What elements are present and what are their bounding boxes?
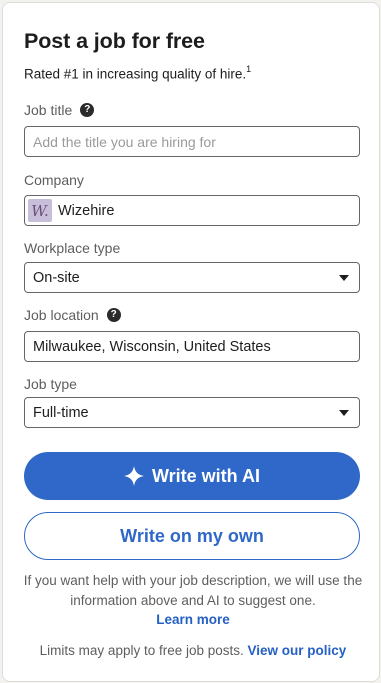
write-on-my-own-button[interactable]: Write on my own xyxy=(24,512,360,560)
view-policy-link[interactable]: View our policy xyxy=(248,643,347,658)
job-type-label: Job type xyxy=(24,376,77,392)
sparkle-icon xyxy=(124,466,144,486)
company-value: Wizehire xyxy=(58,202,115,219)
job-title-label: Job title ? xyxy=(24,102,95,118)
write-with-ai-button[interactable]: Write with AI xyxy=(24,452,360,500)
question-circle-icon[interactable]: ? xyxy=(106,308,121,322)
workplace-type-label-text: Workplace type xyxy=(24,240,121,256)
job-type-value: Full-time xyxy=(33,404,89,421)
learn-more-link[interactable]: Learn more xyxy=(156,612,230,627)
footer-note: Limits may apply to free job posts. View… xyxy=(13,643,373,658)
job-location-label-text: Job location xyxy=(24,307,99,323)
subtitle: Rated #1 in increasing quality of hire.1 xyxy=(24,64,252,82)
company-label: Company xyxy=(24,172,84,188)
caret-down-icon xyxy=(339,274,349,281)
write-with-ai-label: Write with AI xyxy=(152,465,260,486)
company-label-text: Company xyxy=(24,172,84,188)
job-type-select[interactable]: Full-time xyxy=(24,397,360,428)
workplace-type-value: On-site xyxy=(33,269,80,286)
job-title-input[interactable] xyxy=(33,133,351,150)
post-job-card: Post a job for free Rated #1 in increasi… xyxy=(2,2,380,682)
footnote-marker: 1 xyxy=(246,64,252,74)
question-circle-icon[interactable]: ? xyxy=(80,103,95,117)
footer-text: Limits may apply to free job posts. xyxy=(39,643,244,658)
job-location-label: Job location ? xyxy=(24,307,121,323)
subtitle-text: Rated #1 in increasing quality of hire. xyxy=(24,66,247,82)
company-logo: W. xyxy=(28,199,52,222)
ai-help-text-body: If you want help with your job descripti… xyxy=(23,573,363,608)
job-location-value: Milwaukee, Wisconsin, United States xyxy=(33,338,271,355)
write-on-my-own-label: Write on my own xyxy=(120,525,264,546)
job-title-field[interactable] xyxy=(24,126,360,157)
caret-down-icon xyxy=(339,409,349,416)
workplace-type-label: Workplace type xyxy=(24,240,120,256)
page-title: Post a job for free xyxy=(24,29,205,53)
company-field[interactable]: W. Wizehire xyxy=(24,195,360,226)
workplace-type-select[interactable]: On-site xyxy=(24,262,360,293)
ai-help-text: If you want help with your job descripti… xyxy=(17,571,369,630)
job-type-label-text: Job type xyxy=(24,376,77,392)
job-location-field[interactable]: Milwaukee, Wisconsin, United States xyxy=(24,331,360,362)
job-title-label-text: Job title xyxy=(24,102,73,118)
